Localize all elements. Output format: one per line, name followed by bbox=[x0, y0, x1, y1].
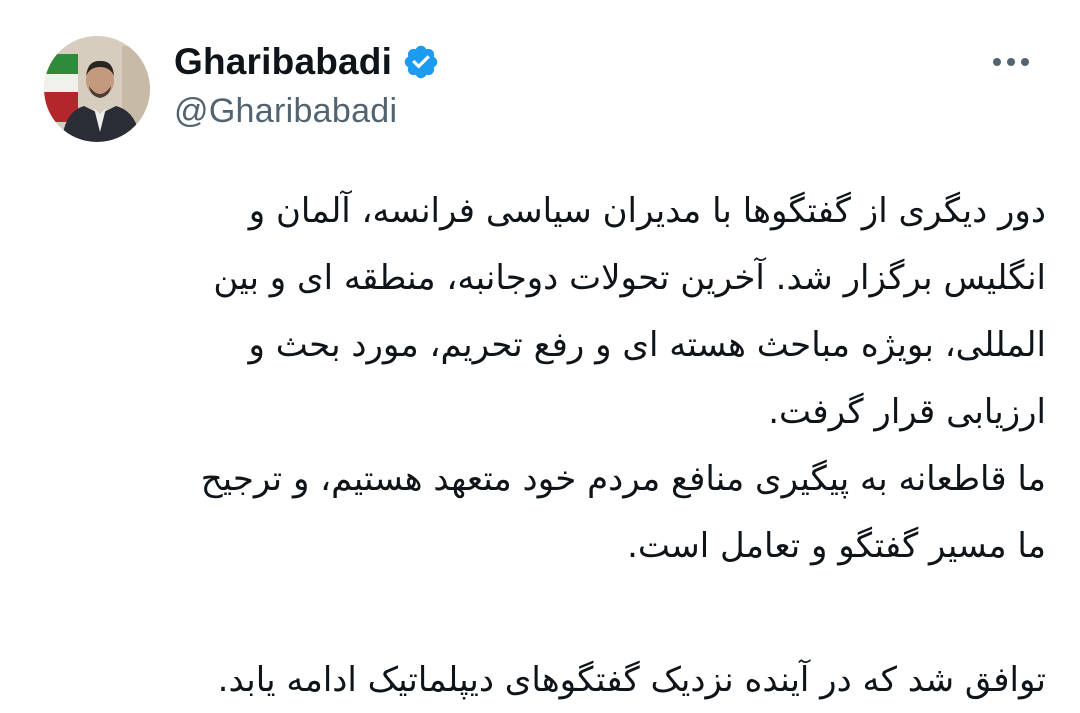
author-display-name[interactable]: Gharibabadi bbox=[174, 41, 392, 83]
tweet-text-line: ما قاطعانه به پیگیری منافع مردم خود متعه… bbox=[200, 459, 1046, 499]
tweet-text-line: انگلیس برگزار شد. آخرین تحولات دوجانبه، … bbox=[213, 258, 1046, 298]
verified-badge-icon bbox=[402, 43, 440, 81]
author-avatar[interactable] bbox=[44, 36, 150, 142]
more-options-icon bbox=[993, 58, 1029, 66]
tweet-text-line: توافق شد که در آینده نزدیک گفتگوهای دیپل… bbox=[217, 660, 1046, 700]
more-options-button[interactable] bbox=[986, 40, 1036, 84]
avatar-photo bbox=[44, 36, 150, 142]
author-handle[interactable]: @Gharibabadi bbox=[174, 92, 397, 131]
tweet-text-line: المللی، بویژه مباحث هسته ای و رفع تحریم،… bbox=[248, 325, 1046, 365]
tweet-text-line: دور دیگری از گفتگوها با مدیران سیاسی فرا… bbox=[248, 191, 1046, 231]
tweet-card: Gharibabadi @Gharibabadi دور دیگری از گف… bbox=[0, 0, 1080, 713]
author-name-row: Gharibabadi bbox=[174, 38, 440, 86]
tweet-text-line: ما مسیر گفتگو و تعامل است. bbox=[627, 526, 1046, 566]
tweet-text: دور دیگری از گفتگوها با مدیران سیاسی فرا… bbox=[40, 178, 1046, 713]
tweet-text-line: ارزیابی قرار گرفت. bbox=[768, 392, 1046, 432]
